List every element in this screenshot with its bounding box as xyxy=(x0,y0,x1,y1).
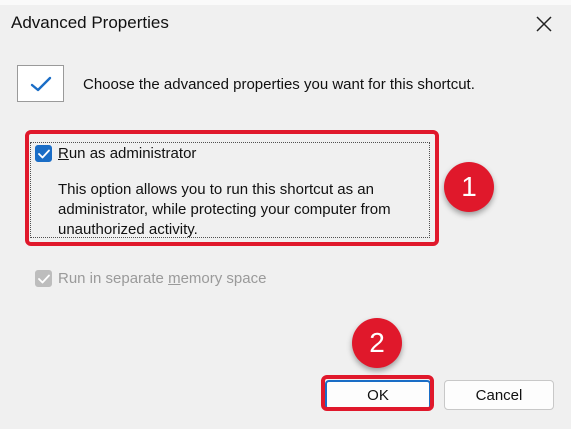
header-description: Choose the advanced properties you want … xyxy=(83,76,475,93)
title-bar: Advanced Properties xyxy=(0,5,571,45)
close-button[interactable] xyxy=(528,8,560,40)
step-badge-1: 1 xyxy=(444,162,494,212)
separate-memory-label[interactable]: Run in separate memory space xyxy=(58,270,266,287)
step-badge-2: 2 xyxy=(352,318,402,368)
highlight-box-step-2 xyxy=(321,375,434,411)
label-prefix: Run in separate xyxy=(58,270,169,287)
access-key: m xyxy=(168,270,181,287)
highlight-box-step-1 xyxy=(25,130,439,246)
dialog-title: Advanced Properties xyxy=(11,13,169,32)
checkmark-icon xyxy=(17,65,64,102)
cancel-button[interactable]: Cancel xyxy=(444,380,554,410)
check-icon xyxy=(37,274,50,283)
close-icon xyxy=(536,16,552,32)
label-rest: emory space xyxy=(180,270,267,287)
separate-memory-checkbox[interactable] xyxy=(35,270,52,287)
